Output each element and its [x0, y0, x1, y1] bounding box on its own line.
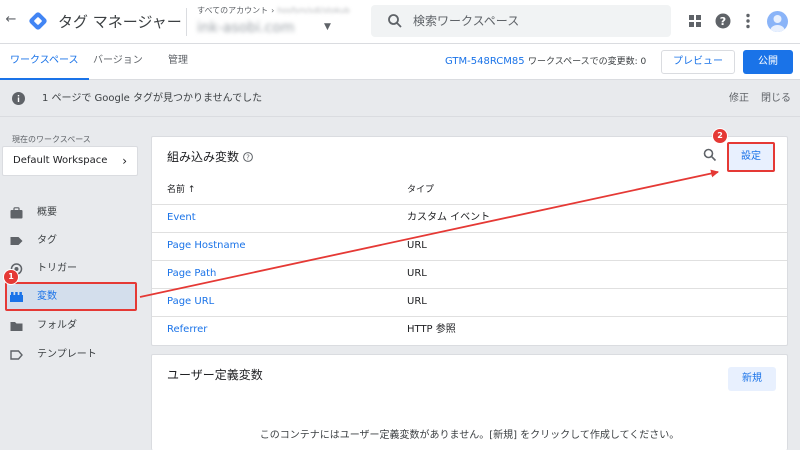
sidebar-item-label: トリガー [37, 263, 77, 274]
variable-name-link[interactable]: Page Path [167, 268, 216, 280]
template-icon [10, 350, 23, 360]
folder-icon [10, 322, 23, 331]
user-defined-variables-title: ユーザー定義変数 [167, 368, 263, 382]
sidebar-item-variables[interactable]: 変数 [0, 285, 140, 309]
sidebar-item-label: 変数 [37, 291, 57, 302]
variable-type: URL [407, 296, 427, 307]
sidebar-item-folders[interactable]: フォルダ [0, 314, 140, 338]
avatar[interactable] [767, 11, 788, 32]
table-row[interactable]: Page Path URL [152, 260, 787, 288]
builtin-variables-title: 組み込み変数? [167, 150, 253, 164]
close-button[interactable]: 閉じる [761, 92, 791, 106]
variable-type: カスタム イベント [407, 212, 491, 223]
briefcase-icon [10, 207, 23, 219]
app-title: タグ マネージャー [58, 13, 182, 31]
table-row[interactable]: Referrer HTTP 参照 [152, 316, 787, 344]
sidebar-item-label: タグ [37, 235, 57, 246]
tab-workspace[interactable]: ワークスペース [0, 44, 89, 80]
search-icon[interactable] [703, 148, 717, 162]
preview-button[interactable]: プレビュー [661, 50, 735, 74]
container-id-link[interactable]: GTM-548RCM85 [445, 56, 525, 68]
table-row[interactable]: Event カスタム イベント [152, 204, 787, 232]
chevron-right-icon: › [122, 154, 127, 168]
account-breadcrumb[interactable]: すべてのアカウント › hosfsm/sdl/stokub [197, 6, 350, 16]
builtin-variables-title-text: 組み込み変数 [167, 150, 240, 164]
annotation-badge-1: 1 [4, 270, 18, 284]
back-arrow-icon[interactable]: ← [4, 12, 18, 28]
sidebar-item-triggers[interactable]: トリガー [0, 257, 140, 281]
builtin-variables-card: 組み込み変数? 設定 名前 ↑ タイプ Event カスタム イベント Page… [151, 136, 788, 346]
help-icon[interactable]: ? [715, 13, 731, 29]
table-row[interactable]: Page URL URL [152, 288, 787, 316]
notification-bar: 1 ページで Google タグが見つかりませんでした 修正 閉じる [0, 81, 800, 117]
user-icon [770, 15, 785, 32]
configure-button[interactable]: 設定 [727, 142, 775, 172]
sidebar-item-tags[interactable]: タグ [0, 229, 140, 253]
sidebar-item-label: フォルダ [37, 320, 77, 331]
variable-type: HTTP 参照 [407, 324, 456, 335]
current-workspace-label: 現在のワークスペース [12, 135, 91, 144]
workspace-selector[interactable]: Default Workspace › [2, 146, 138, 176]
sidebar-item-templates[interactable]: テンプレート [0, 343, 140, 367]
empty-state-message: このコンテナにはユーザー定義変数がありません。[新規] をクリックして作成してく… [259, 430, 680, 441]
divider [186, 8, 187, 36]
workspace-name: Default Workspace [13, 155, 108, 166]
variable-type: URL [407, 240, 427, 251]
publish-button[interactable]: 公開 [743, 50, 793, 74]
fix-button[interactable]: 修正 [729, 92, 749, 106]
column-header-name[interactable]: 名前 ↑ [167, 184, 195, 196]
more-vert-icon[interactable] [746, 13, 750, 29]
tab-admin[interactable]: 管理 [168, 44, 188, 80]
annotation-badge-2: 2 [713, 129, 727, 143]
sidebar-item-overview[interactable]: 概要 [0, 201, 140, 225]
account-breadcrumb-label: すべてのアカウント [197, 6, 269, 15]
table-row[interactable]: Page Hostname URL [152, 232, 787, 260]
search-icon [388, 14, 402, 28]
new-variable-button[interactable]: 新規 [728, 367, 776, 391]
top-bar: ← タグ マネージャー すべてのアカウント › hosfsm/sdl/stokub … [0, 0, 800, 44]
sidebar-item-label: 概要 [37, 207, 57, 218]
search-placeholder: 検索ワークスペース [413, 14, 520, 28]
variable-name-link[interactable]: Page URL [167, 296, 214, 308]
caret-down-icon[interactable]: ▼ [324, 22, 331, 32]
apps-grid-icon[interactable] [689, 15, 701, 27]
search-workspace-input[interactable]: 検索ワークスペース [371, 5, 671, 37]
chevron-right-icon: › [271, 6, 275, 15]
gtm-logo-icon [29, 12, 47, 30]
help-outline-icon[interactable]: ? [243, 152, 253, 162]
column-header-type: タイプ [407, 185, 435, 195]
notification-message: 1 ページで Google タグが見つかりませんでした [42, 93, 263, 104]
variable-name-link[interactable]: Referrer [167, 324, 207, 336]
container-name[interactable]: ink-asobi.com [197, 19, 295, 37]
tag-icon [10, 237, 23, 245]
tab-versions[interactable]: バージョン [93, 44, 143, 80]
info-icon [12, 92, 25, 105]
sidebar-item-label: テンプレート [37, 349, 97, 360]
user-defined-variables-card: ユーザー定義変数 新規 このコンテナにはユーザー定義変数がありません。[新規] … [151, 354, 788, 450]
svg-text:?: ? [246, 154, 250, 162]
workspace-change-count: ワークスペースでの変更数: 0 [528, 57, 647, 67]
variable-type: URL [407, 268, 427, 279]
variables-icon [10, 292, 23, 302]
variable-name-link[interactable]: Event [167, 212, 196, 224]
variable-name-link[interactable]: Page Hostname [167, 240, 246, 252]
svg-text:?: ? [720, 15, 726, 28]
account-name-small: hosfsm/sdl/stokub [277, 6, 350, 15]
